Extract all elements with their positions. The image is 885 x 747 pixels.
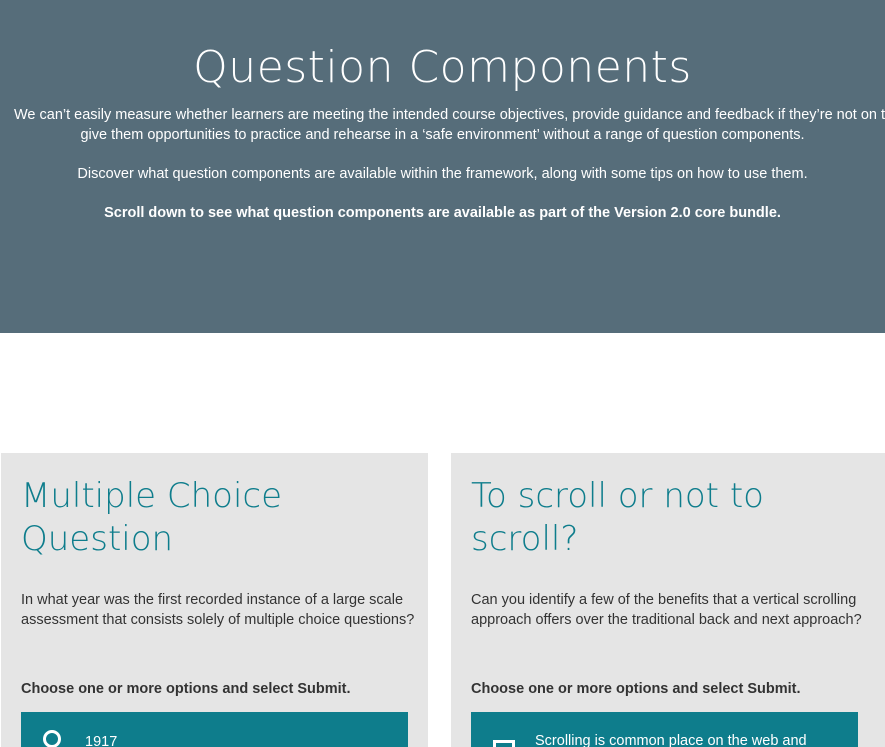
answer-option[interactable]: Scrolling is common place on the web and <box>471 712 858 747</box>
radio-icon <box>43 730 61 747</box>
page-title: Question Components <box>193 42 692 93</box>
instruction-text: Choose one or more options and select Su… <box>21 681 351 697</box>
option-label: 1917 <box>85 734 118 747</box>
answer-option[interactable]: 1917 <box>21 712 408 747</box>
instruction-text: Choose one or more options and select Su… <box>471 681 801 697</box>
hero-banner: Question Components We can’t easily meas… <box>0 0 885 333</box>
hero-scroll-note: Scroll down to see what question compone… <box>104 205 781 221</box>
checkbox-icon <box>493 740 515 747</box>
option-label: Scrolling is common place on the web and <box>535 733 807 747</box>
card-title: To scroll or not to scroll? <box>471 476 764 559</box>
hero-intro-line1: We can’t easily measure whether learners… <box>14 107 885 123</box>
hero-intro-line2: give them opportunities to practice and … <box>80 127 805 143</box>
hero-discover-text: Discover what question components are av… <box>77 166 808 182</box>
mcq-card: Multiple Choice Question In what year wa… <box>1 453 428 747</box>
question-text: Can you identify a few of the benefits t… <box>471 592 862 628</box>
question-text: In what year was the first recorded inst… <box>21 592 415 628</box>
scroll-question-card: To scroll or not to scroll? Can you iden… <box>451 453 885 747</box>
card-title: Multiple Choice Question <box>21 476 283 559</box>
